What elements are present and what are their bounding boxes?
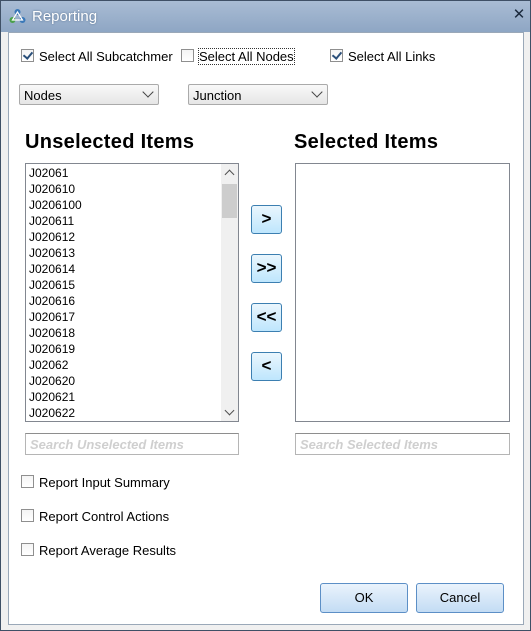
remove-selected-button[interactable]: < <box>251 352 282 381</box>
title-bar[interactable]: Reporting ✕ <box>1 1 530 32</box>
list-item[interactable]: J020617 <box>26 309 238 325</box>
select-all-nodes-checkbox[interactable]: Select All Nodes <box>181 48 295 65</box>
selected-items-heading: Selected Items <box>294 131 439 153</box>
search-selected-input[interactable]: Search Selected Items <box>295 433 510 455</box>
unselected-items-heading: Unselected Items <box>25 131 195 153</box>
select-all-subcatchments-label: Select All Subcatchmer <box>39 49 173 64</box>
chevron-down-icon <box>142 86 154 98</box>
close-icon[interactable]: ✕ <box>511 7 527 23</box>
checkbox-unchecked-icon <box>181 49 194 62</box>
checkbox-checked-icon <box>330 49 343 62</box>
select-all-links-label: Select All Links <box>348 49 436 64</box>
list-item[interactable]: J020613 <box>26 245 238 261</box>
scroll-up-icon[interactable] <box>221 164 238 181</box>
ok-button[interactable]: OK <box>320 583 408 613</box>
list-item[interactable]: J020611 <box>26 213 238 229</box>
list-item[interactable]: J020616 <box>26 293 238 309</box>
scrollbar-thumb[interactable] <box>222 184 237 218</box>
object-subtype-value: Junction <box>193 88 242 103</box>
list-item[interactable]: J020620 <box>26 373 238 389</box>
list-item[interactable]: J020621 <box>26 389 238 405</box>
add-all-button[interactable]: >> <box>251 254 282 283</box>
list-item[interactable]: J020612 <box>26 229 238 245</box>
select-all-nodes-label: Select All Nodes <box>198 48 295 65</box>
reporting-dialog: Reporting ✕ Select All Subcatchmer Selec… <box>0 0 531 631</box>
list-scrollbar[interactable] <box>221 164 238 421</box>
checkbox-unchecked-icon <box>21 475 34 488</box>
report-control-actions-label: Report Control Actions <box>39 509 170 524</box>
report-input-summary-checkbox[interactable]: Report Input Summary <box>21 475 170 490</box>
checkbox-checked-icon <box>21 49 34 62</box>
app-icon <box>9 9 26 23</box>
add-selected-button[interactable]: > <box>251 205 282 234</box>
list-item[interactable]: J020614 <box>26 261 238 277</box>
list-item[interactable]: J020615 <box>26 277 238 293</box>
report-average-results-label: Report Average Results <box>39 543 177 558</box>
selected-items-list[interactable] <box>295 163 510 422</box>
list-item[interactable]: J0206100 <box>26 197 238 213</box>
unselected-items-container: J02061 J020610 J0206100 J020611 J020612 J0206… <box>26 164 238 421</box>
checkbox-unchecked-icon <box>21 509 34 522</box>
checkbox-unchecked-icon <box>21 543 34 556</box>
select-all-links-checkbox[interactable]: Select All Links <box>330 49 435 64</box>
list-item[interactable]: J02062 <box>26 357 238 373</box>
list-item[interactable]: J020622 <box>26 405 238 421</box>
list-item[interactable]: J020619 <box>26 341 238 357</box>
scroll-down-icon[interactable] <box>221 404 238 421</box>
list-item[interactable]: J02061 <box>26 165 238 181</box>
cancel-button[interactable]: Cancel <box>416 583 504 613</box>
dialog-body: Select All Subcatchmer Select All Nodes … <box>8 32 524 625</box>
object-subtype-dropdown[interactable]: Junction <box>188 84 328 105</box>
report-average-results-checkbox[interactable]: Report Average Results <box>21 543 176 558</box>
list-item[interactable]: J020610 <box>26 181 238 197</box>
chevron-down-icon <box>311 86 323 98</box>
object-type-value: Nodes <box>24 88 62 103</box>
select-all-subcatchments-checkbox[interactable]: Select All Subcatchmer <box>21 49 173 64</box>
window-title: Reporting <box>32 8 98 25</box>
remove-all-button[interactable]: << <box>251 303 282 332</box>
list-item[interactable]: J020618 <box>26 325 238 341</box>
object-type-dropdown[interactable]: Nodes <box>19 84 159 105</box>
unselected-items-list[interactable]: J02061 J020610 J0206100 J020611 J020612 J0206… <box>25 163 239 422</box>
report-control-actions-checkbox[interactable]: Report Control Actions <box>21 509 169 524</box>
report-input-summary-label: Report Input Summary <box>39 475 170 490</box>
search-unselected-input[interactable]: Search Unselected Items <box>25 433 239 455</box>
